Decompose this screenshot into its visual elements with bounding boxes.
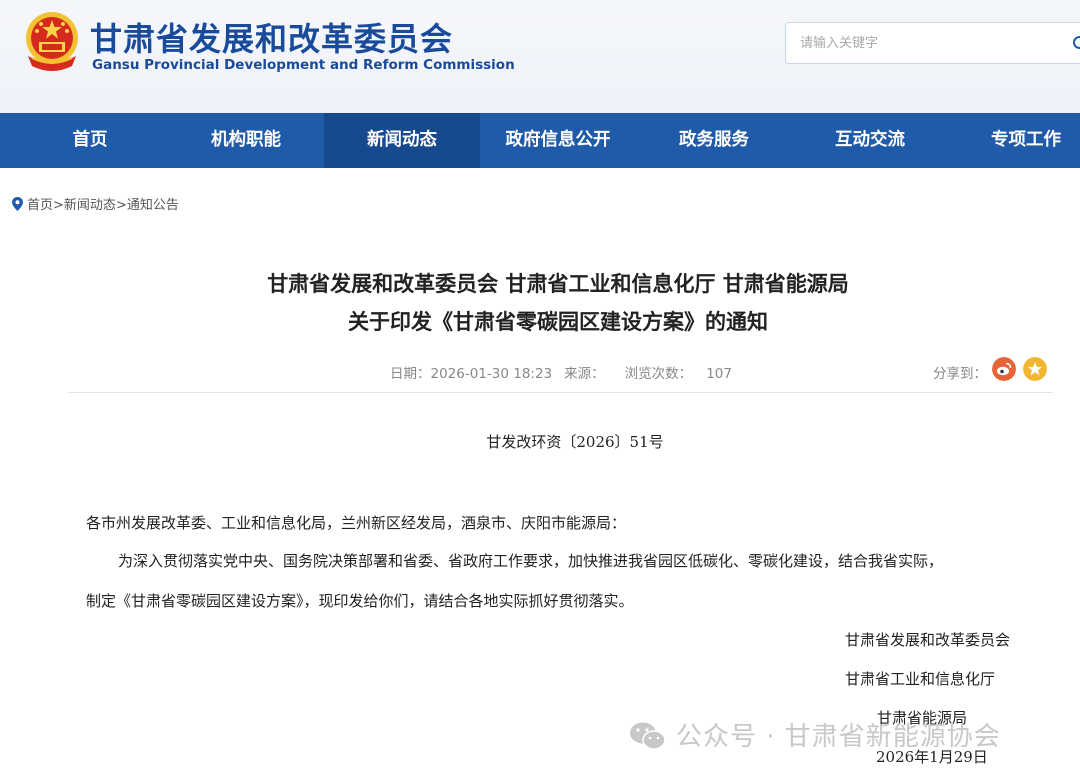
- signer-miit: 甘肃省工业和信息化厅: [845, 670, 996, 688]
- recipients-line: 各市州发展改革委、工业和信息化局，兰州新区经发局，酒泉市、庆阳市能源局：: [86, 514, 627, 532]
- document-number: 甘发改环资〔2026〕51号: [486, 433, 664, 451]
- location-pin-icon: [12, 197, 23, 211]
- nav-item-special[interactable]: 专项工作: [948, 113, 1080, 168]
- article-title-line1: 甘肃省发展和改革委员会 甘肃省工业和信息化厅 甘肃省能源局: [267, 272, 849, 296]
- site-title-english: Gansu Provincial Development and Reform …: [92, 57, 515, 73]
- article-title-line2: 关于印发《甘肃省零碳园区建设方案》的通知: [348, 310, 768, 334]
- breadcrumb-current[interactable]: 通知公告: [127, 198, 179, 213]
- national-emblem-icon[interactable]: [22, 10, 82, 76]
- breadcrumb: 首页>新闻动态>通知公告: [12, 194, 179, 213]
- breadcrumb-news[interactable]: 新闻动态: [64, 198, 116, 213]
- source-label: 来源：: [564, 366, 605, 382]
- search-box: [785, 22, 1080, 64]
- breadcrumb-separator: >: [53, 198, 64, 213]
- wechat-icon: [630, 722, 666, 750]
- breadcrumb-home[interactable]: 首页: [27, 198, 53, 213]
- body-paragraph-line2: 制定《甘肃省零碳园区建设方案》，现印发给你们，请结合各地实际抓好贯彻落实。: [86, 592, 634, 610]
- search-input[interactable]: [800, 23, 1060, 63]
- favorite-star-icon[interactable]: [1023, 357, 1047, 381]
- site-title[interactable]: 甘肃省发展和改革委员会: [90, 14, 453, 60]
- nav-item-services[interactable]: 政务服务: [636, 113, 792, 168]
- nav-item-functions[interactable]: 机构职能: [168, 113, 324, 168]
- search-icon[interactable]: [1072, 35, 1080, 53]
- views-label: 浏览次数：: [624, 366, 693, 382]
- nav-item-interaction[interactable]: 互动交流: [792, 113, 948, 168]
- nav-item-gov-info[interactable]: 政府信息公开: [480, 113, 636, 168]
- signer-ndrc: 甘肃省发展和改革委员会: [845, 631, 1011, 649]
- watermark-text: 公众号 · 甘肃省新能源协会: [676, 722, 1001, 752]
- nav-item-news[interactable]: 新闻动态: [324, 113, 480, 168]
- nav-item-home[interactable]: 首页: [0, 113, 180, 168]
- site-header: 甘肃省发展和改革委员会 Gansu Provincial Development…: [0, 0, 1080, 113]
- body-paragraph-line1: 为深入贯彻落实党中央、国务院决策部署和省委、省政府工作要求，加快推进我省园区低碳…: [118, 552, 944, 570]
- meta-divider: [68, 392, 1053, 393]
- article-meta: 日期：2026-01-30 18:23 来源： 浏览次数： 107: [390, 362, 738, 382]
- date-label: 日期：: [390, 366, 431, 382]
- breadcrumb-separator: >: [115, 198, 127, 213]
- main-nav: 首页 机构职能 新闻动态 政府信息公开 政务服务 互动交流 专项工作: [0, 113, 1080, 168]
- views-value: 107: [706, 366, 732, 382]
- share-label: 分享到：: [933, 366, 987, 382]
- date-value: 2026-01-30 18:23: [430, 366, 553, 382]
- weibo-share-icon[interactable]: [992, 357, 1016, 381]
